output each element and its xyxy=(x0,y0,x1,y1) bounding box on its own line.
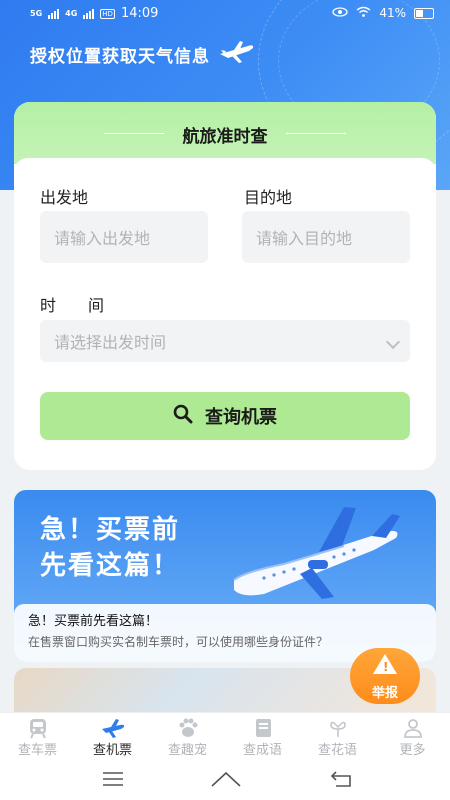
to-label: 目的地 xyxy=(244,188,293,207)
signal-label: 4G xyxy=(65,9,78,18)
tab-more[interactable]: 更多 xyxy=(375,713,450,763)
tab-label: 查车票 xyxy=(17,743,57,758)
person-icon xyxy=(375,717,450,739)
book-icon xyxy=(225,717,300,739)
tab-label: 查机票 xyxy=(92,743,132,758)
banner-line: 急！买票前 xyxy=(40,515,181,545)
search-flights-label: 查询机票 xyxy=(205,407,277,428)
chevron-down-icon xyxy=(385,334,401,350)
date-select[interactable]: 请选择出发时间 xyxy=(40,320,410,362)
paw-icon xyxy=(150,717,225,739)
search-icon xyxy=(173,404,193,429)
date-select-placeholder: 请选择出发时间 xyxy=(54,333,167,352)
menu-icon[interactable] xyxy=(102,770,124,792)
banner-headline: 急！买票前 先看这篇！ xyxy=(40,512,180,584)
location-auth-link[interactable]: 授权位置获取天气信息 xyxy=(30,40,256,69)
from-input[interactable]: 请输入出发地 xyxy=(40,211,208,263)
exclamation-mark: ! xyxy=(383,660,389,674)
tab-label: 更多 xyxy=(399,743,426,758)
report-button[interactable]: ! 举报 xyxy=(350,648,420,704)
tab-train[interactable]: 查车票 xyxy=(0,713,75,763)
bottom-tab-bar: 查车票 查机票 查趣宠 查成语 查花语 更多 xyxy=(0,712,450,763)
tab-label: 查成语 xyxy=(242,743,282,758)
eye-icon xyxy=(332,6,348,20)
tab-flight[interactable]: 查机票 xyxy=(75,713,150,763)
location-auth-label: 授权位置获取天气信息 xyxy=(30,47,210,67)
article-banner[interactable]: 急！买票前 先看这篇！ 急！买票前先看这篇！ 在售票窗口购买实名制车票时，可以使… xyxy=(14,490,436,662)
time-label: 时 间 xyxy=(40,296,105,315)
signal-bars-icon xyxy=(83,8,95,19)
hd-badge: HD xyxy=(100,8,115,19)
query-card-header: 航旅准时查 xyxy=(14,102,436,164)
plane-icon xyxy=(218,40,256,69)
search-flights-button[interactable]: 查询机票 xyxy=(40,392,410,440)
tab-idiom[interactable]: 查成语 xyxy=(225,713,300,763)
article-description: 在售票窗口购买实名制车票时，可以使用哪些身份证件？ xyxy=(28,635,329,649)
tab-flower[interactable]: 查花语 xyxy=(300,713,375,763)
flower-icon xyxy=(300,717,375,739)
banner-line: 先看这篇！ xyxy=(40,551,181,581)
tab-label: 查趣宠 xyxy=(167,743,207,758)
tab-pet[interactable]: 查趣宠 xyxy=(150,713,225,763)
tab-label: 查花语 xyxy=(317,743,357,758)
from-label: 出发地 xyxy=(40,188,89,207)
wifi-icon xyxy=(356,6,371,20)
query-card-title: 航旅准时查 xyxy=(182,127,268,147)
article-title: 急！买票前先看这篇！ xyxy=(28,614,159,629)
status-bar: 5G 4G HD 14:09 41% xyxy=(0,0,450,28)
plane-icon xyxy=(75,717,150,739)
query-form: 出发地 目的地 请输入出发地 请输入目的地 时 间 请选择出发时间 查询机票 xyxy=(14,158,436,470)
signal-bars-icon xyxy=(48,8,60,19)
home-icon[interactable] xyxy=(210,770,242,792)
train-icon xyxy=(0,717,75,739)
battery-icon xyxy=(414,7,434,19)
divider xyxy=(286,133,346,134)
report-label: 举报 xyxy=(371,686,398,701)
flight-query-card: 航旅准时查 出发地 目的地 请输入出发地 请输入目的地 时 间 请选择出发时间 … xyxy=(14,102,436,470)
battery-percent: 41% xyxy=(379,6,406,20)
airplane-illustration xyxy=(224,502,404,606)
system-nav-bar xyxy=(0,762,450,800)
signal-label: 5G xyxy=(30,9,43,18)
to-input[interactable]: 请输入目的地 xyxy=(242,211,410,263)
clock: 14:09 xyxy=(120,6,159,21)
back-icon[interactable] xyxy=(330,770,352,792)
